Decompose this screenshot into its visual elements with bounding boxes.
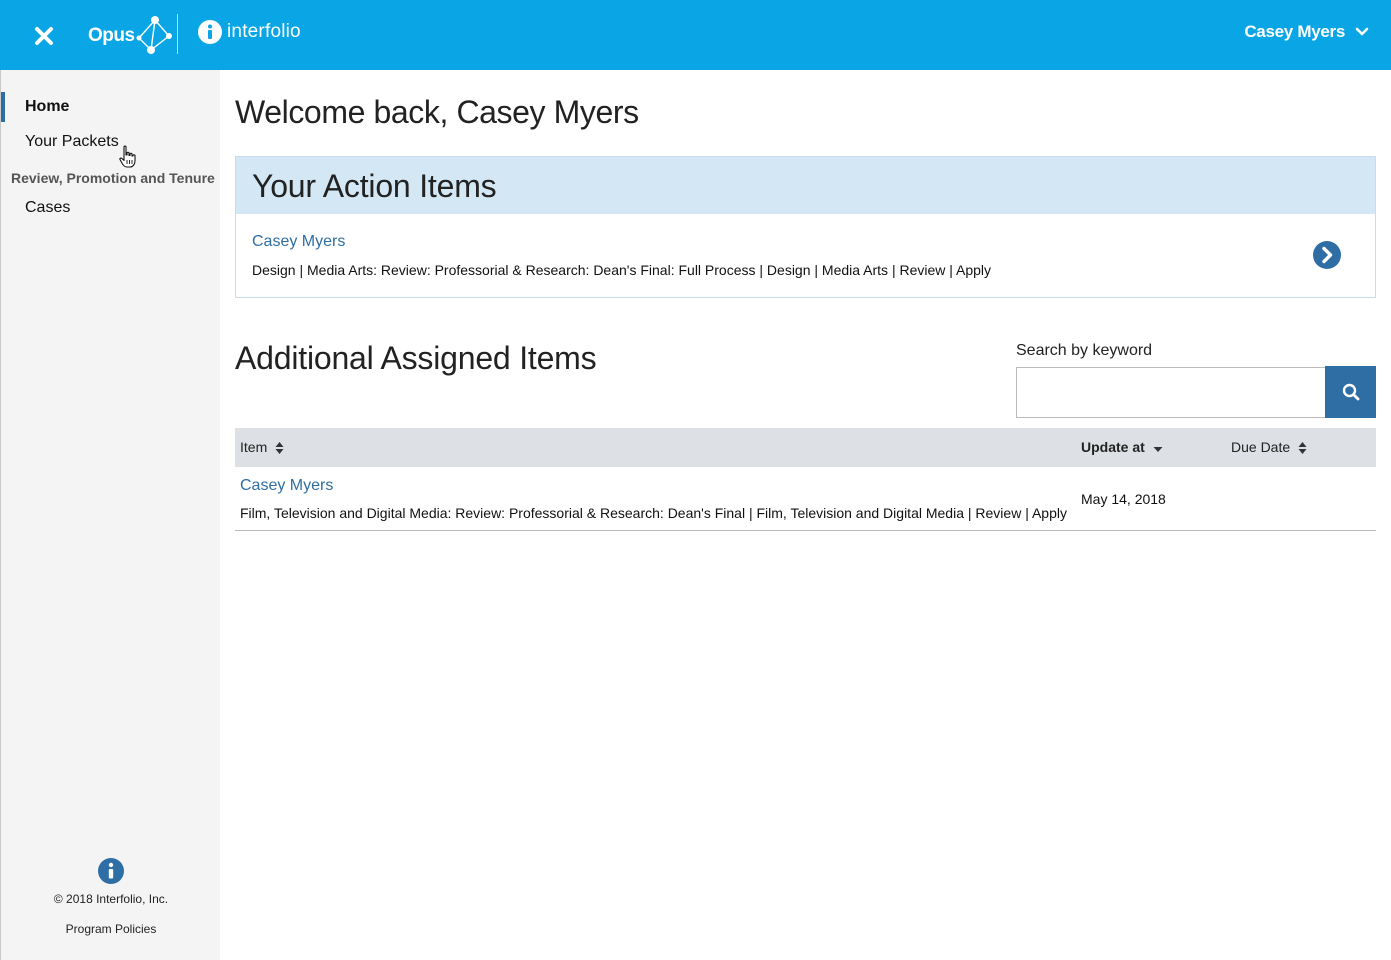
row-update-date: May 14, 2018 (1081, 491, 1166, 507)
column-header-update-at[interactable]: Update at (1081, 428, 1163, 467)
interfolio-logo[interactable]: interfolio (198, 20, 301, 44)
row-item-name-link[interactable]: Casey Myers (240, 477, 333, 495)
sort-both-icon (275, 441, 284, 454)
interfolio-info-icon (98, 858, 124, 884)
sidebar-footer: © 2018 Interfolio, Inc. Program Policies (1, 858, 221, 936)
action-items-title: Your Action Items (236, 157, 1375, 214)
program-policies-link[interactable]: Program Policies (1, 922, 221, 936)
close-icon[interactable] (30, 22, 58, 50)
sidebar-item-home[interactable]: Home (1, 92, 221, 122)
additional-items-title: Additional Assigned Items (235, 340, 597, 376)
sidebar-item-your-packets[interactable]: Your Packets (1, 127, 221, 157)
main-content: Welcome back, Casey Myers Your Action It… (220, 70, 1391, 960)
top-header: Opus interfolio Casey Myers (0, 0, 1391, 70)
action-items-panel: Your Action Items Casey Myers Design | M… (235, 156, 1376, 298)
page-title: Welcome back, Casey Myers (235, 94, 639, 130)
sort-both-icon (1298, 441, 1307, 454)
opus-logo-text: Opus (88, 25, 135, 46)
search-label: Search by keyword (1016, 342, 1153, 359)
column-header-label: Update at (1081, 439, 1145, 455)
user-menu[interactable]: Casey Myers (1244, 22, 1369, 42)
column-header-label: Item (240, 439, 268, 455)
sidebar: Home Your Packets Review, Promotion and … (0, 70, 220, 960)
brand-divider (177, 14, 178, 54)
action-item-description: Design | Media Arts: Review: Professoria… (252, 262, 992, 278)
search-icon (1342, 383, 1359, 401)
opus-logo[interactable]: Opus (88, 14, 173, 58)
action-item-name-link[interactable]: Casey Myers (252, 233, 345, 251)
copyright-text: © 2018 Interfolio, Inc. (53, 892, 169, 906)
opus-network-icon (136, 16, 172, 54)
sort-desc-icon (1153, 446, 1163, 452)
table-row: Casey Myers Film, Television and Digital… (235, 467, 1376, 531)
sidebar-item-cases[interactable]: Cases (1, 193, 221, 223)
user-name: Casey Myers (1244, 22, 1345, 41)
search-button[interactable] (1325, 366, 1376, 418)
interfolio-logo-text: interfolio (227, 21, 301, 42)
search-input[interactable] (1016, 367, 1326, 418)
chevron-down-icon (1355, 27, 1369, 36)
sidebar-section-label: Review, Promotion and Tenure (11, 170, 215, 186)
table-header: Item Update at Due Date (235, 428, 1376, 467)
column-header-label: Due Date (1231, 439, 1291, 455)
chevron-right-circle-icon[interactable] (1313, 241, 1341, 269)
interfolio-info-icon (198, 20, 222, 44)
row-item-description: Film, Television and Digital Media: Revi… (240, 505, 1067, 521)
column-header-due-date[interactable]: Due Date (1231, 428, 1307, 467)
column-header-item[interactable]: Item (240, 428, 284, 467)
